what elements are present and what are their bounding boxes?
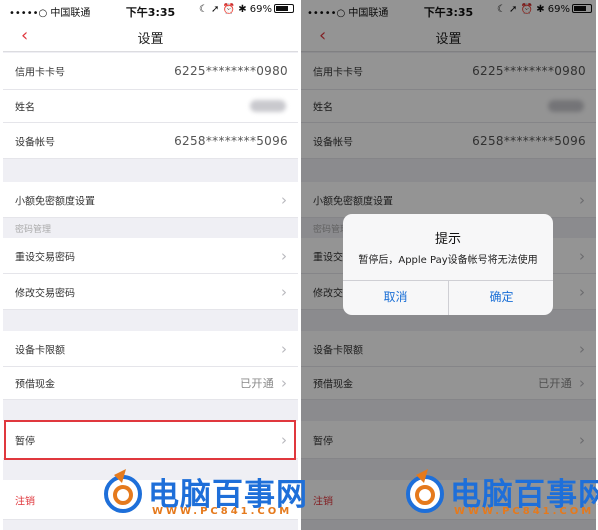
pause-confirm-dialog: 提示 暂停后，Apple Pay设备帐号将无法使用 取消 确定 (343, 214, 553, 315)
chevron-right-icon: › (281, 282, 287, 301)
change-password-label: 修改交易密码 (15, 288, 75, 299)
row-name: 姓名 (3, 90, 298, 123)
moon-icon: ☾ ➚ ⏰ ✱ (198, 4, 250, 15)
cancel-account-label: 注销 (15, 496, 35, 507)
status-bar: •••••○ 中国联通 下午3:35 ☾ ➚ ⏰ ✱ 69% (3, 0, 298, 20)
settings-screen-left: •••••○ 中国联通 下午3:35 ☾ ➚ ⏰ ✱ 69% ‹ 设置 信用卡卡… (3, 0, 298, 530)
section-password-management: 密码管理 (15, 225, 52, 235)
device-account-label: 设备帐号 (15, 137, 55, 148)
pause-highlight-box (4, 420, 296, 460)
cash-advance-label: 预借现金 (15, 379, 55, 391)
row-reset-password[interactable]: 重设交易密码 › (3, 238, 298, 274)
battery-icon (274, 4, 294, 13)
dialog-title: 提示 (434, 232, 461, 247)
small-amount-label: 小额免密额度设置 (15, 196, 95, 207)
name-label: 姓名 (15, 102, 35, 114)
device-account-number: 6258********5096 (174, 133, 288, 148)
watermark-url: WWW.PC841.COM (454, 506, 595, 517)
row-device-account: 设备帐号 6258********5096 (3, 123, 298, 159)
row-change-password[interactable]: 修改交易密码 › (3, 274, 298, 310)
row-card-limit[interactable]: 设备卡限额 › (3, 331, 298, 367)
chevron-right-icon: › (281, 374, 287, 392)
chevron-right-icon: › (281, 246, 287, 265)
watermark-url: WWW.PC841.COM (152, 506, 293, 517)
pc841-logo-icon (104, 469, 142, 513)
nav-bar: ‹ 设置 (3, 20, 298, 52)
dialog-message: 暂停后，Apple Pay设备帐号将无法使用 (358, 255, 538, 266)
reset-password-label: 重设交易密码 (15, 252, 75, 263)
chevron-right-icon: › (281, 190, 287, 209)
page-title: 设置 (137, 32, 164, 47)
cancel-button[interactable]: 取消 (343, 280, 448, 315)
row-credit-card: 信用卡卡号 6225********0980 (3, 53, 298, 90)
battery-percent: 69% (249, 4, 272, 15)
chevron-right-icon: › (281, 339, 287, 358)
cash-advance-status: 已开通 (240, 377, 274, 390)
row-small-amount[interactable]: 小额免密额度设置 › (3, 182, 298, 218)
battery-indicator: ☾ ➚ ⏰ ✱ 69% (199, 4, 294, 15)
credit-card-label: 信用卡卡号 (15, 67, 65, 79)
row-cash-advance[interactable]: 预借现金 已开通 › (3, 367, 298, 400)
confirm-button[interactable]: 确定 (449, 280, 554, 315)
blurred-name-value (250, 100, 286, 112)
pc841-logo-icon (406, 469, 444, 513)
settings-screen-right: •••••○ 中国联通 下午3:35 ☾ ➚ ⏰ ✱ 69% ‹ 设置 信用卡卡… (301, 0, 596, 530)
card-limit-label: 设备卡限额 (15, 345, 65, 356)
credit-card-number: 6225********0980 (174, 64, 288, 78)
